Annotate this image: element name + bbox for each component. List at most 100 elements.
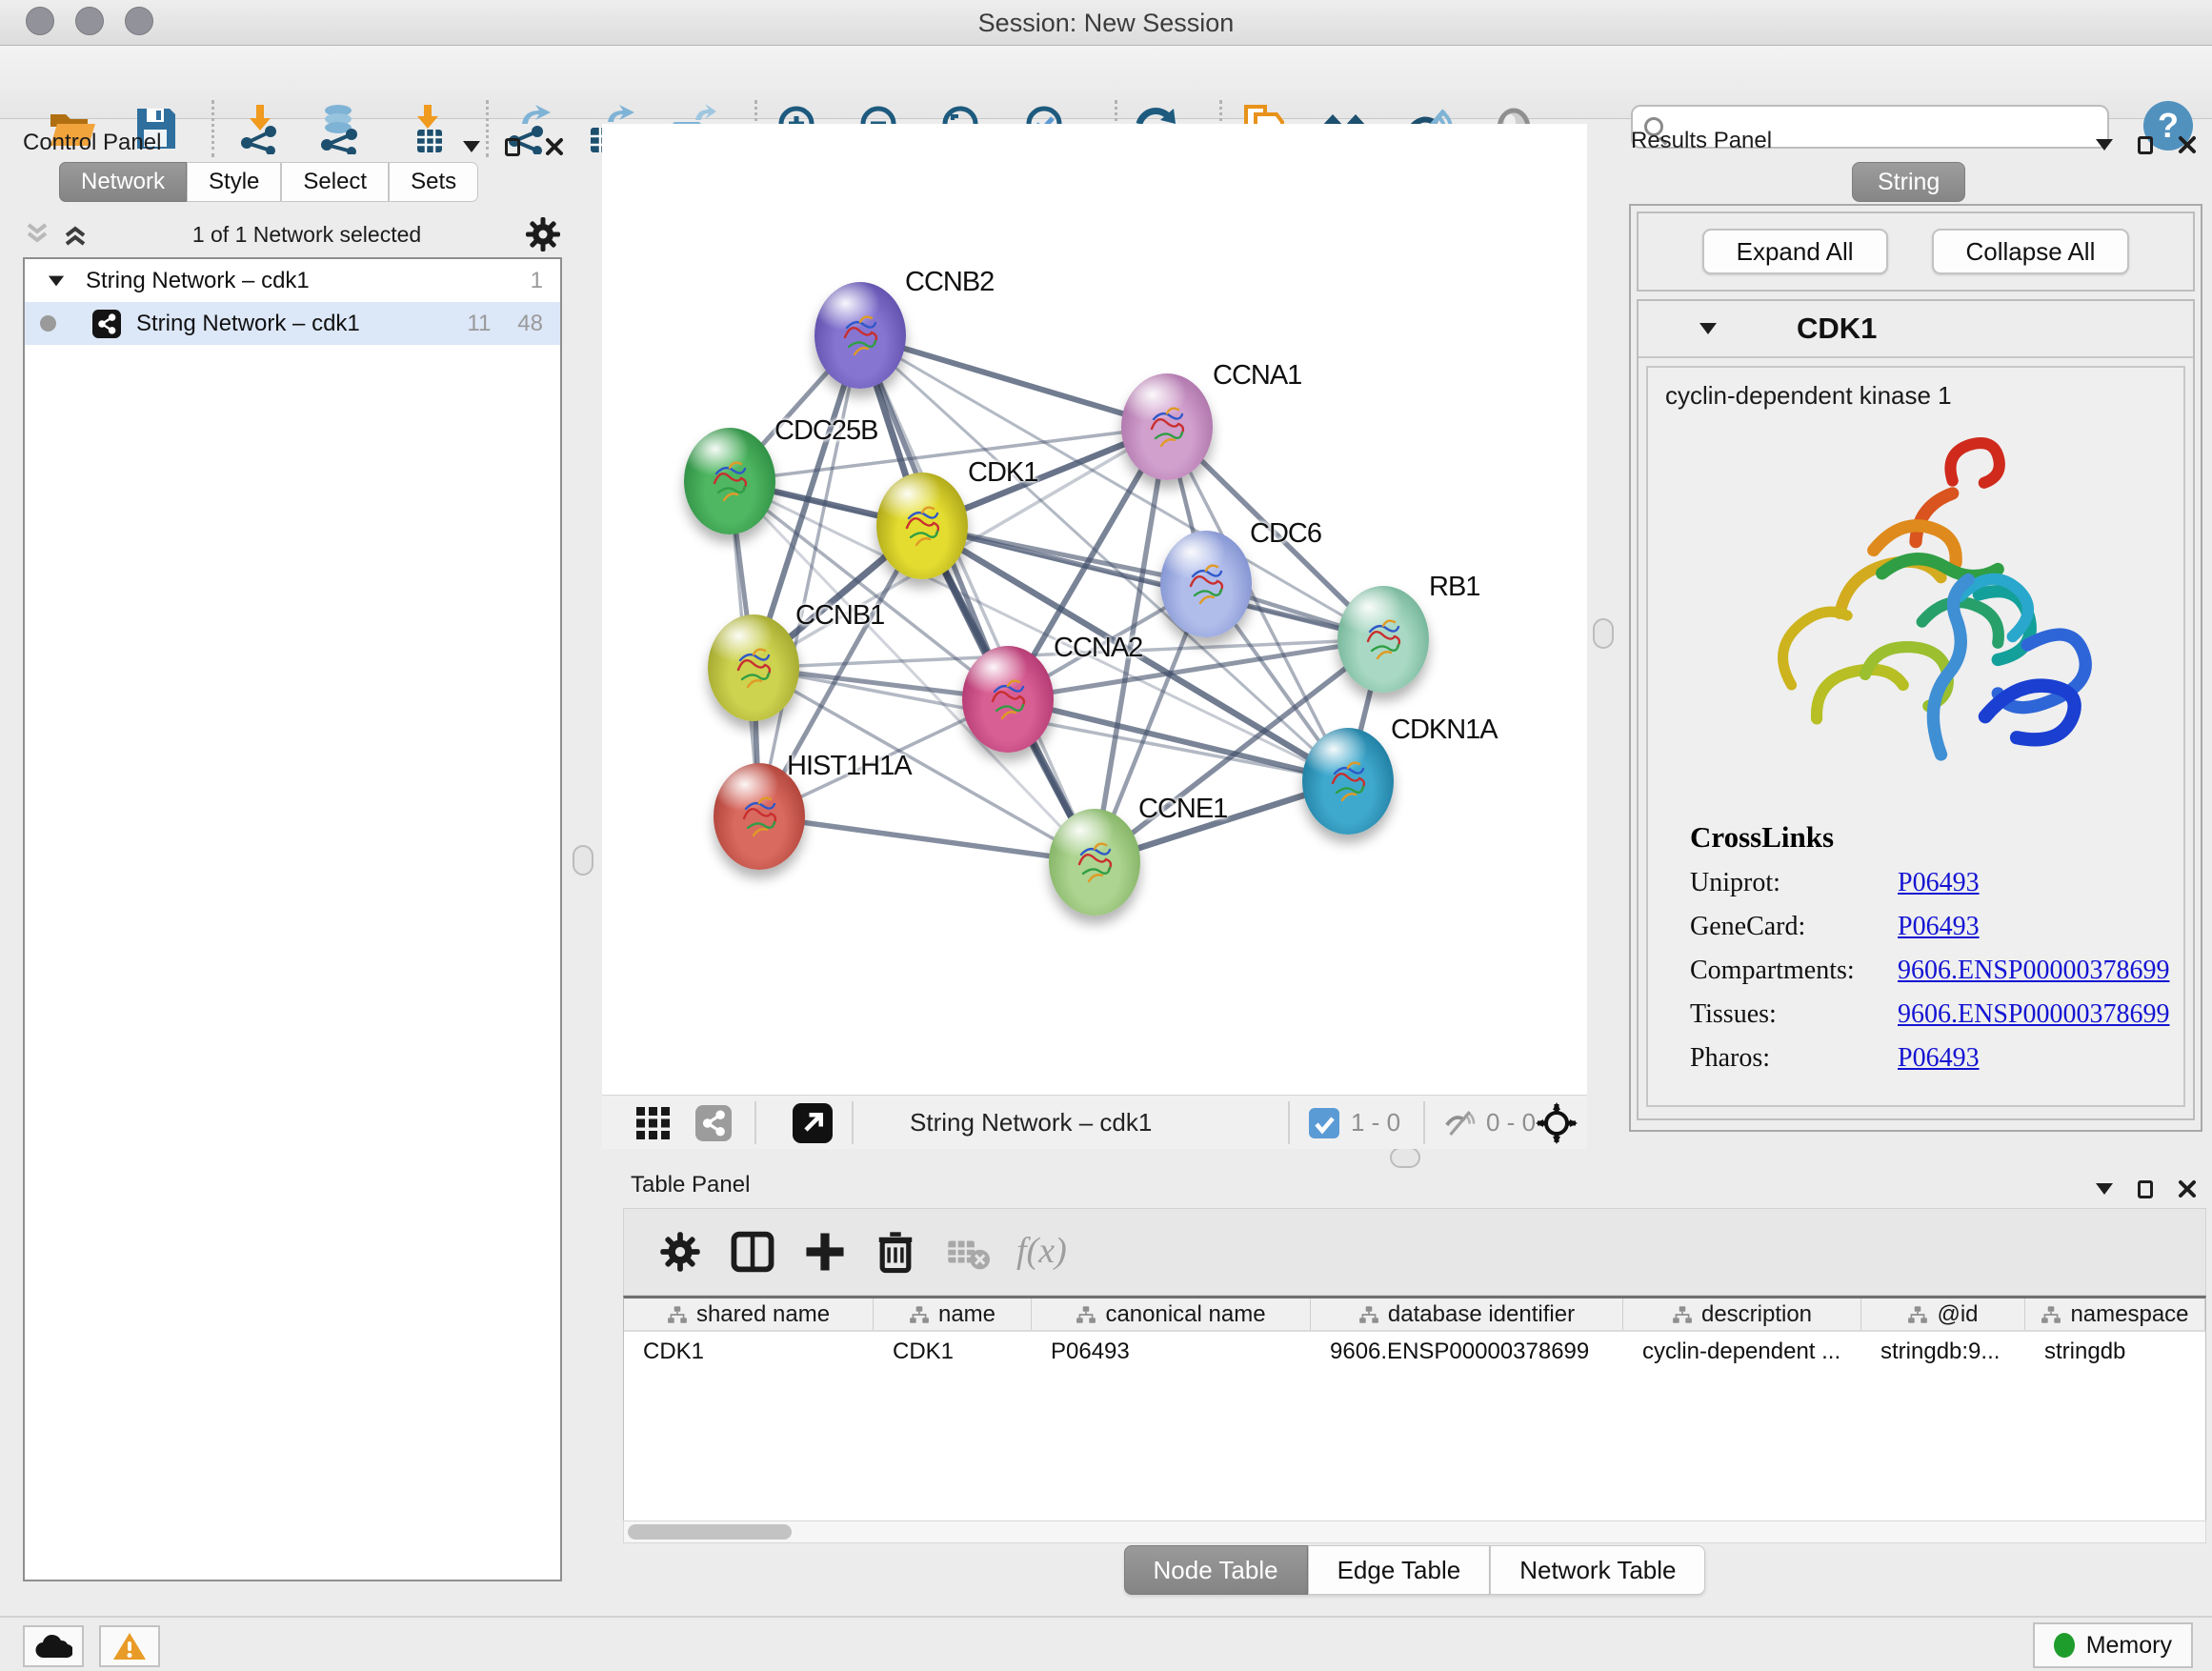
cloud-button[interactable] (23, 1625, 84, 1667)
network-collection-row[interactable]: String Network – cdk1 1 (25, 259, 560, 302)
delete-table-icon[interactable] (946, 1230, 990, 1274)
toolbar-separator (1288, 1101, 1290, 1144)
close-panel-icon[interactable] (2178, 135, 2197, 154)
edge-CCNB2-HIST1H1A[interactable] (759, 335, 860, 816)
table-row[interactable]: CDK1CDK1P064939606.ENSP00000378699cyclin… (624, 1332, 2205, 1372)
close-panel-icon[interactable] (545, 137, 564, 156)
column-header-canonical-name[interactable]: canonical name (1032, 1299, 1311, 1330)
node-CCNA2[interactable] (962, 646, 1054, 753)
tab-node-table[interactable]: Node Table (1124, 1545, 1308, 1595)
column-header-description[interactable]: description (1623, 1299, 1861, 1330)
node-label-CDKN1A: CDKN1A (1391, 715, 1498, 746)
tab-string[interactable]: String (1852, 162, 1965, 202)
tab-edge-table[interactable]: Edge Table (1308, 1545, 1491, 1595)
collapse-panel-icon[interactable] (463, 141, 480, 152)
cloud-icon (34, 1633, 72, 1660)
string-results-container: Expand All Collapse All CDK1 cyclin-depe… (1629, 204, 2202, 1132)
crosslink-row: Uniprot:P06493 (1690, 868, 2183, 898)
expand-all-icon[interactable] (61, 221, 90, 248)
network-list-header: 1 of 1 Network selected (23, 211, 562, 257)
table-rows: CDK1CDK1P064939606.ENSP00000378699cyclin… (624, 1332, 2205, 1372)
crosshair-icon[interactable] (1536, 1102, 1578, 1144)
left-splitter-handle[interactable] (573, 845, 593, 876)
crosslink-row: Tissues:9606.ENSP00000378699 (1690, 999, 2183, 1030)
collapse-section-icon[interactable] (1699, 323, 1717, 334)
crosslink-row: Pharos:P06493 (1690, 1043, 2183, 1074)
tree-expand-icon[interactable] (49, 275, 64, 286)
add-column-icon[interactable] (803, 1230, 847, 1274)
node-CCNB2[interactable] (814, 282, 906, 389)
tab-style[interactable]: Style (187, 162, 281, 202)
gene-section-header[interactable]: CDK1 (1639, 301, 2193, 358)
crosslink-row: GeneCard:P06493 (1690, 912, 2183, 942)
collapse-all-button[interactable]: Collapse All (1932, 229, 2130, 274)
crosslink-label: Compartments: (1690, 956, 1898, 986)
collapse-panel-icon[interactable] (2096, 139, 2113, 151)
crosslink-link[interactable]: P06493 (1898, 912, 1980, 942)
network-row-selected[interactable]: String Network – cdk1 11 48 (25, 302, 560, 345)
collapse-panel-icon[interactable] (2096, 1183, 2113, 1195)
table-cell[interactable]: CDK1 (624, 1332, 874, 1372)
node-label-CCNA2: CCNA2 (1054, 633, 1142, 664)
tab-network[interactable]: Network (59, 162, 187, 202)
table-cell[interactable]: 9606.ENSP00000378699 (1311, 1332, 1623, 1372)
network-type-share-icon[interactable] (695, 1105, 732, 1141)
float-panel-icon[interactable] (505, 138, 520, 156)
crosslink-link[interactable]: P06493 (1898, 868, 1980, 898)
crosslink-link[interactable]: 9606.ENSP00000378699 (1898, 999, 2169, 1030)
table-cell[interactable]: stringdb:9... (1861, 1332, 2025, 1372)
warnings-button[interactable] (99, 1625, 160, 1667)
right-splitter-handle[interactable] (1593, 618, 1614, 649)
expand-all-button[interactable]: Expand All (1702, 229, 1888, 274)
edge-CCNB2-CCNE1[interactable] (860, 335, 1095, 862)
node-CCNA1[interactable] (1121, 373, 1213, 480)
main-toolbar: ? (0, 46, 2212, 119)
table-cell[interactable]: P06493 (1032, 1332, 1311, 1372)
selected-checkbox-icon[interactable] (1309, 1108, 1339, 1138)
table-cell[interactable]: stringdb (2025, 1332, 2205, 1372)
column-header-database-identifier[interactable]: database identifier (1311, 1299, 1623, 1330)
table-options-gear-icon[interactable] (658, 1230, 702, 1274)
hidden-eye-slash-icon[interactable] (1442, 1107, 1477, 1139)
tab-select[interactable]: Select (281, 162, 389, 202)
memory-button[interactable]: Memory (2033, 1622, 2193, 1668)
collapse-all-icon[interactable] (23, 221, 51, 248)
column-header-shared-name[interactable]: shared name (624, 1299, 874, 1330)
network-canvas[interactable]: CCNB2CCNA1CDC25BCDK1CDC6RB1CCNB1CCNA2CDK… (602, 124, 1587, 1095)
close-panel-icon[interactable] (2178, 1179, 2197, 1198)
node-CDKN1A[interactable] (1302, 728, 1394, 835)
edge-HIST1H1A-CCNE1[interactable] (759, 816, 1095, 862)
tab-sets[interactable]: Sets (389, 162, 478, 202)
float-panel-icon[interactable] (2138, 136, 2153, 154)
horizontal-scrollbar[interactable] (623, 1520, 2206, 1543)
node-CDC6[interactable] (1160, 531, 1252, 637)
node-CDK1[interactable] (876, 473, 968, 579)
network-tree: String Network – cdk1 1 String Network –… (23, 257, 562, 1581)
column-header-namespace[interactable]: namespace (2025, 1299, 2205, 1330)
table-cell[interactable]: CDK1 (874, 1332, 1032, 1372)
node-CCNE1[interactable] (1049, 809, 1140, 916)
table-cell[interactable]: cyclin-dependent ... (1623, 1332, 1861, 1372)
function-builder-icon[interactable]: f(x) (1016, 1230, 1102, 1274)
float-panel-icon[interactable] (2138, 1180, 2153, 1198)
column-header-name[interactable]: name (874, 1299, 1032, 1330)
crosslink-label: Uniprot: (1690, 868, 1898, 898)
tab-network-table[interactable]: Network Table (1490, 1545, 1705, 1595)
node-RB1[interactable] (1337, 586, 1429, 693)
crosslink-link[interactable]: 9606.ENSP00000378699 (1898, 956, 2169, 986)
node-CDC25B[interactable] (684, 428, 775, 534)
memory-label: Memory (2086, 1632, 2172, 1660)
show-columns-icon[interactable] (731, 1230, 774, 1274)
column-header--id[interactable]: @id (1861, 1299, 2025, 1330)
delete-column-icon[interactable] (874, 1230, 917, 1274)
open-in-window-icon[interactable] (793, 1103, 833, 1143)
birdseye-grid-icon[interactable] (636, 1107, 671, 1139)
scrollbar-thumb[interactable] (628, 1524, 792, 1540)
crosslink-link[interactable]: P06493 (1898, 1043, 1980, 1074)
network-selected-status: 1 of 1 Network selected (192, 222, 421, 247)
network-options-gear-icon[interactable] (524, 215, 562, 253)
horizontal-splitter-handle[interactable] (1390, 1147, 1420, 1168)
edge-CCNB2-CCNA1[interactable] (860, 335, 1167, 427)
node-CCNB1[interactable] (708, 614, 799, 721)
gene-details: cyclin-dependent kinase 1 (1646, 366, 2185, 1107)
